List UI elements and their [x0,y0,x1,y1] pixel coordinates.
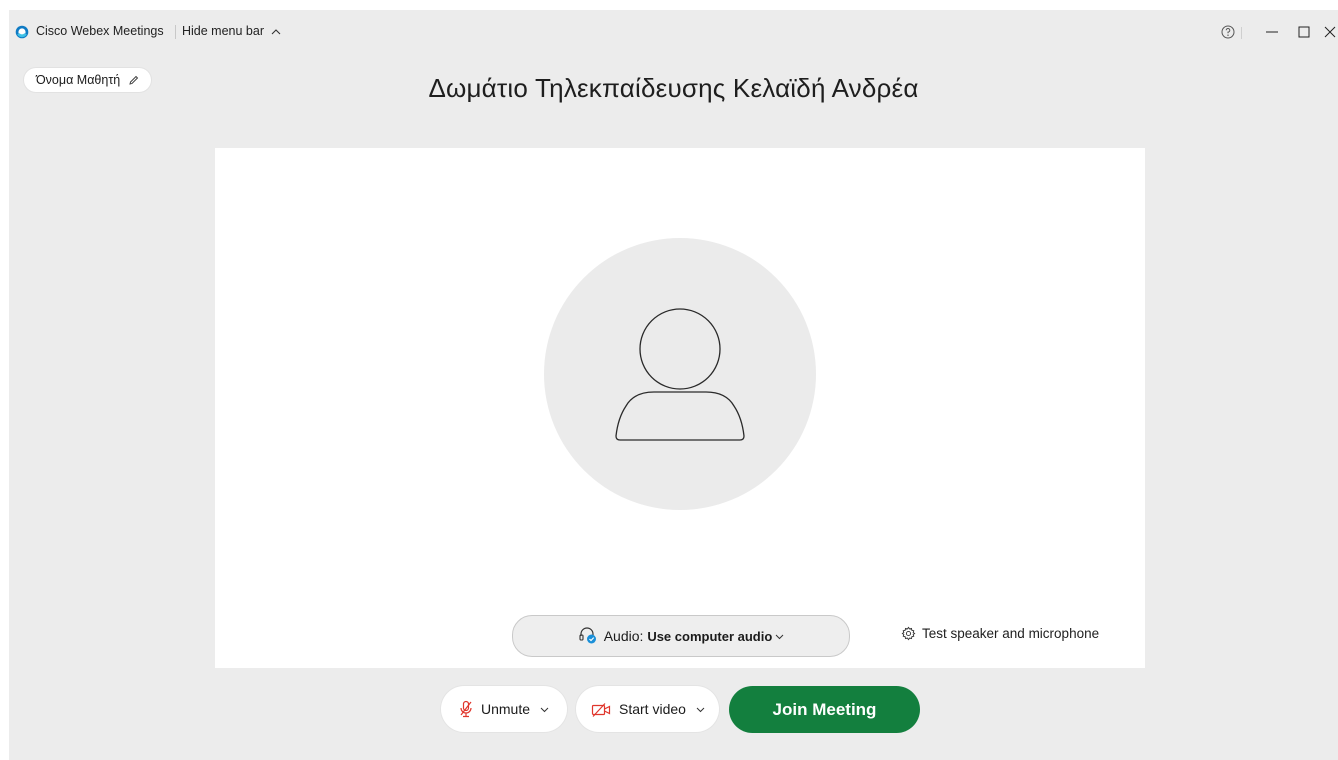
start-video-button[interactable]: Start video [576,686,719,732]
webex-logo-icon [15,25,29,39]
maximize-icon[interactable] [1295,23,1313,41]
app-name: Cisco Webex Meetings [36,24,164,38]
title-bar: Cisco Webex Meetings Hide menu bar [9,10,1338,54]
test-speaker-label: Test speaker and microphone [922,626,1100,641]
start-video-label: Start video [619,701,686,717]
chevron-up-icon [272,28,281,35]
video-preview: Audio: Use computer audio Test speaker a… [215,148,1145,668]
audio-prefix: Audio: [603,628,644,644]
chevron-down-icon[interactable] [696,707,705,713]
window-controls-divider [1241,27,1242,39]
webex-window: Cisco Webex Meetings Hide menu bar Όνομα… [9,10,1338,760]
close-icon[interactable] [1321,23,1338,41]
unmute-button[interactable]: Unmute [441,686,567,732]
join-meeting-button[interactable]: Join Meeting [729,686,920,733]
chevron-down-icon[interactable] [540,707,549,713]
meeting-title: Δωμάτιο Τηλεκπαίδευσης Κελαϊδή Ανδρέα [428,73,919,103]
video-off-icon [591,703,611,717]
audio-connection-dropdown[interactable]: Audio: Use computer audio [512,615,850,657]
microphone-muted-icon [460,700,472,718]
chevron-down-icon [775,634,784,640]
audio-value: Use computer audio [647,629,773,644]
minimize-icon[interactable] [1263,23,1281,41]
test-speaker-microphone-button[interactable]: Test speaker and microphone [901,626,1099,641]
hide-menu-bar-label: Hide menu bar [182,24,264,38]
help-circle-icon[interactable] [1219,23,1237,41]
title-divider [175,25,176,39]
avatar [544,238,816,510]
headset-icon [579,627,596,644]
gear-icon [901,626,916,641]
person-icon [615,308,745,441]
unmute-label: Unmute [481,701,531,717]
hide-menu-bar-button[interactable]: Hide menu bar [182,24,281,38]
